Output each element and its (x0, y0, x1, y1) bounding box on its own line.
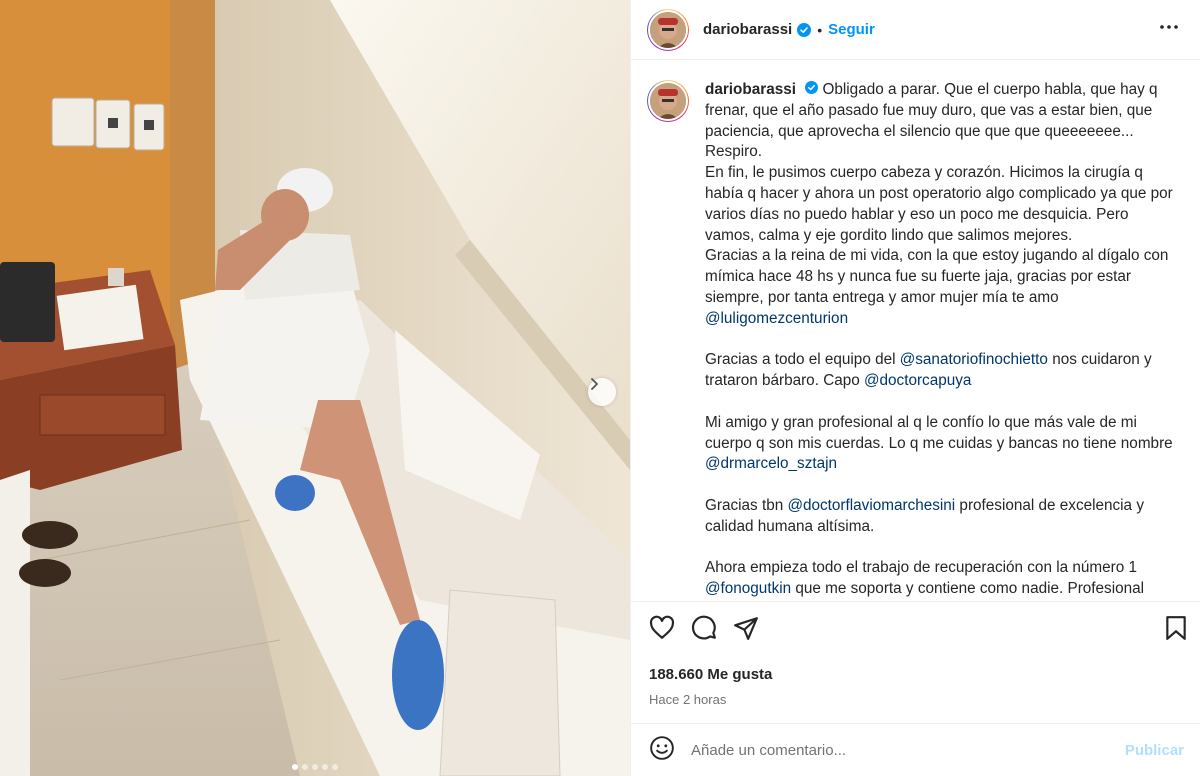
post-photo (0, 0, 630, 776)
comment-bar: Publicar (631, 723, 1200, 776)
action-bar (631, 602, 1200, 654)
mention-link[interactable]: @fonogutkin (705, 580, 791, 597)
caption-segment: En fin, le pusimos cuerpo cabeza y coraz… (705, 164, 1173, 244)
comment-input[interactable] (689, 740, 1125, 760)
verified-badge-icon (805, 81, 819, 94)
header-separator: • (817, 21, 823, 38)
caption-segment: Ahora empieza todo el trabajo de recuper… (705, 559, 1137, 577)
share-icon[interactable] (733, 615, 759, 641)
instagram-post: dariobarassi • Seguir dariobarassi Oblig… (0, 0, 1200, 776)
caption-paragraph: Mi amigo y gran profesional al q le conf… (705, 413, 1175, 475)
carousel-indicator (0, 764, 630, 770)
caption-username[interactable]: dariobarassi (705, 81, 796, 98)
carousel-dot (292, 764, 298, 770)
post-header: dariobarassi • Seguir (631, 0, 1200, 60)
caption-segment: Gracias a la reina de mi vida, con la qu… (705, 247, 1169, 306)
post-timestamp[interactable]: Hace 2 horas (631, 686, 1200, 720)
carousel-next-button[interactable] (588, 378, 616, 406)
carousel-dot (302, 764, 308, 770)
like-count[interactable]: 188.660 Me gusta (631, 654, 1200, 686)
bookmark-icon[interactable] (1164, 615, 1188, 641)
avatar-image (650, 83, 686, 119)
follow-button[interactable]: Seguir (828, 21, 875, 38)
post-sidebar: dariobarassi • Seguir dariobarassi Oblig… (630, 0, 1200, 776)
caption-paragraph: Gracias tbn @doctorflaviomarchesini prof… (705, 496, 1175, 538)
caption: dariobarassi Obligado a parar. Que el cu… (647, 80, 1184, 600)
header-username[interactable]: dariobarassi (703, 21, 792, 38)
caption-paragraph: Gracias a todo el equipo del @sanatoriof… (705, 350, 1175, 392)
verified-badge-icon (797, 22, 812, 37)
post-media[interactable] (0, 0, 630, 776)
publish-button[interactable]: Publicar (1125, 742, 1184, 759)
comment-icon[interactable] (691, 615, 717, 641)
caption-avatar[interactable] (647, 80, 689, 122)
caption-paragraph: Ahora empieza todo el trabajo de recuper… (705, 558, 1175, 600)
mention-link[interactable]: @drmarcelo_sztajn (705, 455, 837, 472)
more-options-icon[interactable] (1154, 12, 1184, 47)
avatar[interactable] (647, 8, 689, 51)
caption-paragraph: En fin, le pusimos cuerpo cabeza y coraz… (705, 163, 1175, 246)
mention-link[interactable]: @doctorflaviomarchesini (787, 497, 955, 514)
heart-icon[interactable] (649, 615, 675, 641)
carousel-dot (322, 764, 328, 770)
caption-scroll-area[interactable]: dariobarassi Obligado a parar. Que el cu… (631, 60, 1200, 602)
caption-segment: que me soporta y contiene como nadie. Pr… (791, 580, 1145, 598)
mention-link[interactable]: @luligomezcenturion (705, 310, 848, 327)
chevron-right-icon (591, 378, 598, 390)
carousel-dot (332, 764, 338, 770)
mention-link[interactable]: @sanatoriofinochietto (900, 351, 1048, 368)
caption-text: dariobarassi Obligado a parar. Que el cu… (705, 80, 1175, 600)
carousel-dot (312, 764, 318, 770)
avatar-image (650, 11, 686, 48)
caption-segment: Gracias tbn (705, 496, 788, 514)
emoji-icon[interactable] (649, 735, 675, 766)
caption-segment: Mi amigo y gran profesional al q le conf… (705, 413, 1173, 452)
mention-link[interactable]: @doctorcapuya (864, 372, 971, 389)
caption-segment: Gracias a todo el equipo del (705, 351, 900, 369)
caption-paragraph: Gracias a la reina de mi vida, con la qu… (705, 246, 1175, 329)
